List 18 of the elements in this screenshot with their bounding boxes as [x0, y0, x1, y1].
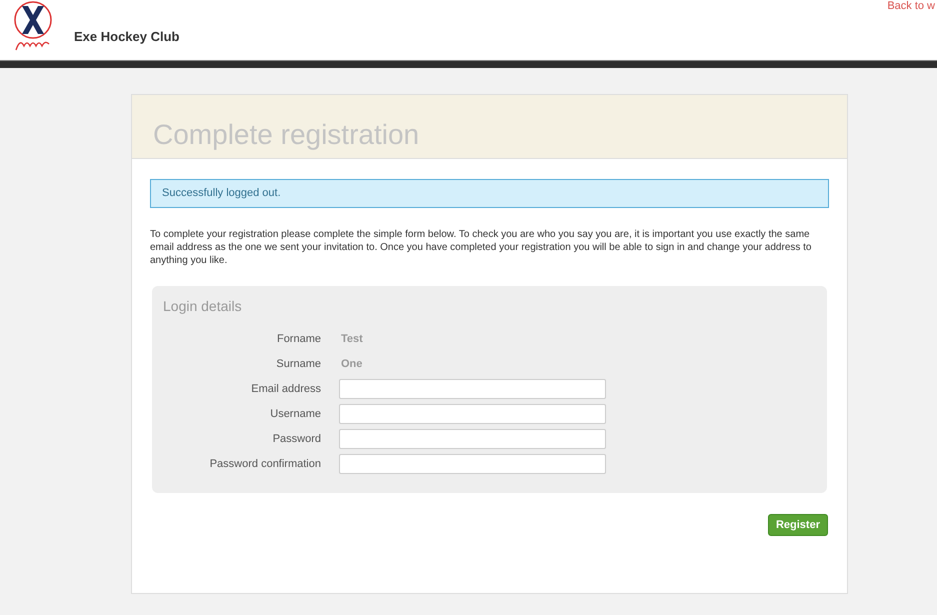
panel-legend: Login details [163, 296, 816, 317]
input-field[interactable] [339, 454, 606, 474]
field-label: Forname [276, 332, 321, 347]
field-value: One [341, 356, 362, 372]
club-name: Exe Hockey Club [74, 28, 180, 46]
back-link[interactable]: Back to w [887, 0, 935, 12]
field-label: Password confirmation [208, 456, 321, 472]
input-field[interactable] [339, 429, 606, 449]
field-label: Email address [250, 382, 321, 397]
alert-message: Successfully logged out. [150, 179, 829, 208]
input-field[interactable] [339, 379, 606, 399]
field-value: Test [341, 332, 363, 347]
field-label: Password [272, 432, 321, 447]
field-label: Username [269, 406, 321, 422]
intro-paragraph: To complete your registration please complete the simple form below. To check you are who you say you are, it is important you use exactly the same email address as the one we sent your invitation to. Once you have completed your registration you will be able to sign in and change your address to anything you like. [150, 228, 812, 267]
register-button[interactable]: Register [768, 514, 828, 536]
field-label: Surname [275, 356, 321, 372]
input-field[interactable] [339, 404, 606, 424]
